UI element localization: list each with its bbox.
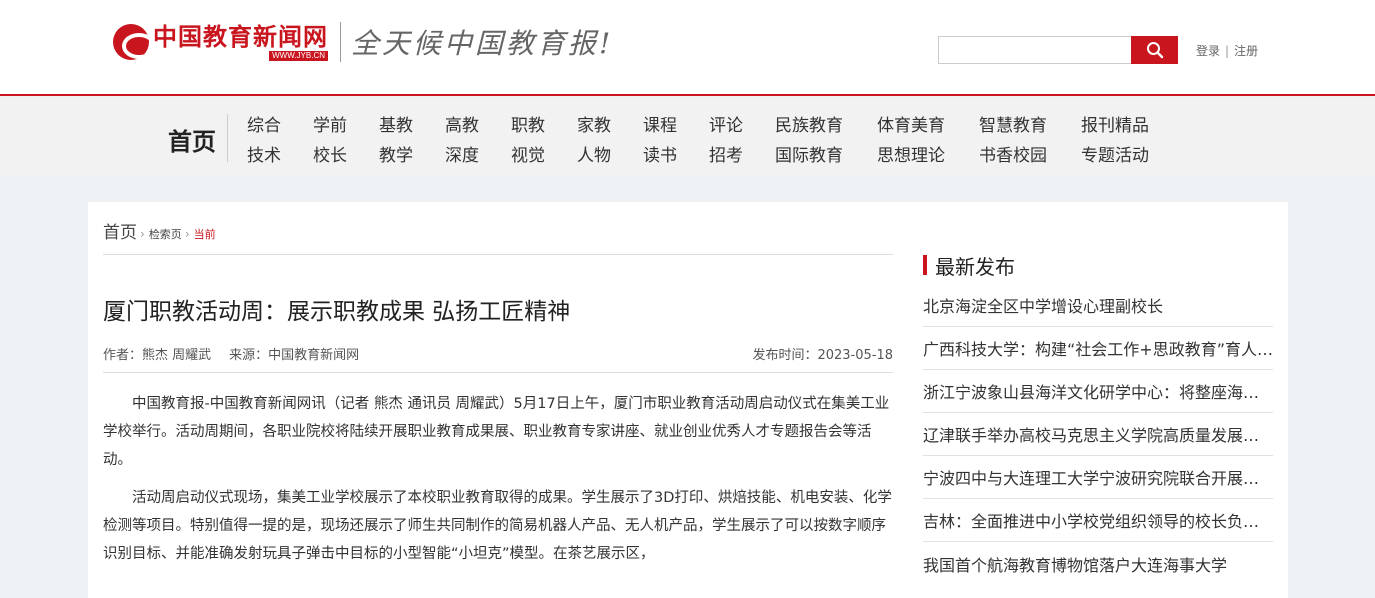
nav-home-link[interactable]: 首页 (168, 122, 216, 157)
latest-news-link[interactable]: 广西科技大学：构建“社会工作+思政教育”育人新模式 (923, 336, 1273, 360)
nav-link[interactable]: 家教 (577, 111, 611, 136)
content-panel: 首页 › 检索页 › 当前 厦门职教活动周：展示职教成果 弘扬工匠精神 作者：熊… (88, 202, 1288, 598)
site-slogan: 全天候中国教育报! (351, 27, 614, 60)
nav-link[interactable]: 深度 (445, 141, 479, 166)
nav-divider (227, 114, 228, 162)
article-author: 作者：熊杰 周耀武 (103, 348, 212, 363)
login-link[interactable]: 登录 (1196, 44, 1220, 58)
nav-link[interactable]: 高教 (445, 111, 479, 136)
list-item: 我国首个航海教育博物馆落户大连海事大学 (923, 542, 1273, 585)
list-item: 宁波四中与大连理工大学宁波研究院联合开展科创教育 (923, 456, 1273, 499)
nav-link[interactable]: 思想理论 (877, 141, 945, 166)
nav-link[interactable]: 学前 (313, 111, 347, 136)
nav-link[interactable]: 职教 (511, 111, 545, 136)
search-button[interactable] (1131, 36, 1178, 64)
main-nav: 首页 综合 学前 基教 高教 职教 家教 课程 评论 民族教育 体育美育 智慧教育 报刊精品技术 校长 教… (0, 98, 1375, 176)
article-meta: 作者：熊杰 周耀武 来源：中国教育新闻网 发布时间：2023-05-18 (103, 344, 893, 363)
auth-separator: | (1225, 44, 1230, 58)
list-item: 吉林：全面推进中小学校党组织领导的校长负责制 (923, 499, 1273, 542)
chevron-right-icon: › (140, 227, 145, 241)
auth-links: 登录 | 注册 (1196, 42, 1258, 59)
logo-emblem-icon (113, 24, 156, 60)
article-title: 厦门职教活动周：展示职教成果 弘扬工匠精神 (103, 299, 571, 325)
sidebar-title: 最新发布 (935, 254, 1015, 279)
nav-link[interactable]: 人物 (577, 141, 611, 166)
latest-sidebar: 最新发布 北京海淀全区中学增设心理副校长 广西科技大学：构建“社会工作+思政教育”… (923, 252, 1273, 585)
chevron-right-icon: › (184, 227, 190, 241)
article-paragraph: 活动周启动仪式现场，集美工业学校展示了本校职业教育取得的成果。学生展示了3D打印… (103, 490, 892, 562)
article-source: 来源：中国教育新闻网 (229, 348, 360, 363)
latest-news-link[interactable]: 宁波四中与大连理工大学宁波研究院联合开展科创教育 (923, 465, 1273, 489)
search-bar (938, 36, 1178, 64)
site-header: 中国教育新闻网 WWW.JYB.CN 全天候中国教育报! 登录 | 注册 (0, 0, 1375, 96)
breadcrumb-home[interactable]: 首页 (103, 218, 137, 243)
nav-link[interactable]: 基教 (379, 111, 413, 136)
breadcrumb-current: 当前 (193, 228, 216, 241)
nav-link[interactable]: 智慧教育 (979, 111, 1047, 136)
nav-link[interactable]: 校长 (313, 141, 347, 166)
logo-divider (340, 22, 341, 62)
article-paragraph: 中国教育报-中国教育新闻网讯（记者 熊杰 通讯员 周耀武）5月17日上午，厦门市… (103, 396, 890, 468)
logo-name: 中国教育新闻网 (153, 22, 328, 51)
latest-news-link[interactable]: 我国首个航海教育博物馆落户大连海事大学 (923, 552, 1273, 576)
meta-divider (103, 372, 893, 373)
nav-link[interactable]: 国际教育 (775, 141, 843, 166)
nav-link[interactable]: 报刊精品 (1081, 111, 1149, 136)
nav-link[interactable]: 民族教育 (775, 111, 843, 136)
list-item: 广西科技大学：构建“社会工作+思政教育”育人新模式 (923, 327, 1273, 370)
latest-news-link[interactable]: 吉林：全面推进中小学校党组织领导的校长负责制 (923, 508, 1273, 532)
nav-link[interactable]: 评论 (709, 111, 743, 136)
nav-link[interactable]: 视觉 (511, 141, 545, 166)
nav-link[interactable]: 技术 (247, 141, 281, 166)
nav-link[interactable]: 招考 (709, 141, 743, 166)
search-input[interactable] (938, 36, 1131, 64)
latest-news-link[interactable]: 浙江宁波象山县海洋文化研学中心：将整座海岛变成研学课堂 (923, 379, 1273, 403)
nav-link[interactable]: 书香校园 (979, 141, 1047, 166)
sidebar-header: 最新发布 (923, 252, 1273, 279)
nav-link[interactable]: 课程 (643, 111, 677, 136)
sidebar-accent-bar (923, 255, 927, 275)
latest-list: 北京海淀全区中学增设心理副校长 广西科技大学：构建“社会工作+思政教育”育人新模式… (923, 284, 1273, 585)
list-item: 辽津联手举办高校马克思主义学院高质量发展合作论坛 (923, 413, 1273, 456)
article-body: 中国教育报-中国教育新闻网讯（记者 熊杰 通讯员 周耀武）5月17日上午，厦门市… (103, 390, 893, 578)
logo-url: WWW.JYB.CN (269, 51, 328, 61)
nav-link[interactable]: 专题活动 (1081, 141, 1149, 166)
nav-link[interactable]: 读书 (643, 141, 677, 166)
site-logo[interactable]: 中国教育新闻网 WWW.JYB.CN 全天候中国教育报! (113, 22, 613, 62)
nav-link[interactable]: 综合 (247, 111, 281, 136)
breadcrumb-divider (103, 254, 893, 255)
latest-news-link[interactable]: 辽津联手举办高校马克思主义学院高质量发展合作论坛 (923, 422, 1273, 446)
register-link[interactable]: 注册 (1234, 44, 1258, 58)
breadcrumb-search[interactable]: 检索页 (149, 226, 182, 242)
latest-news-link[interactable]: 北京海淀全区中学增设心理副校长 (923, 293, 1273, 317)
nav-link[interactable]: 教学 (379, 141, 413, 166)
breadcrumb: 首页 › 检索页 › 当前 (103, 218, 216, 243)
article-date: 发布时间：2023-05-18 (752, 348, 893, 363)
list-item: 北京海淀全区中学增设心理副校长 (923, 284, 1273, 327)
search-icon (1146, 42, 1163, 59)
nav-link[interactable]: 体育美育 (877, 111, 945, 136)
list-item: 浙江宁波象山县海洋文化研学中心：将整座海岛变成研学课堂 (923, 370, 1273, 413)
